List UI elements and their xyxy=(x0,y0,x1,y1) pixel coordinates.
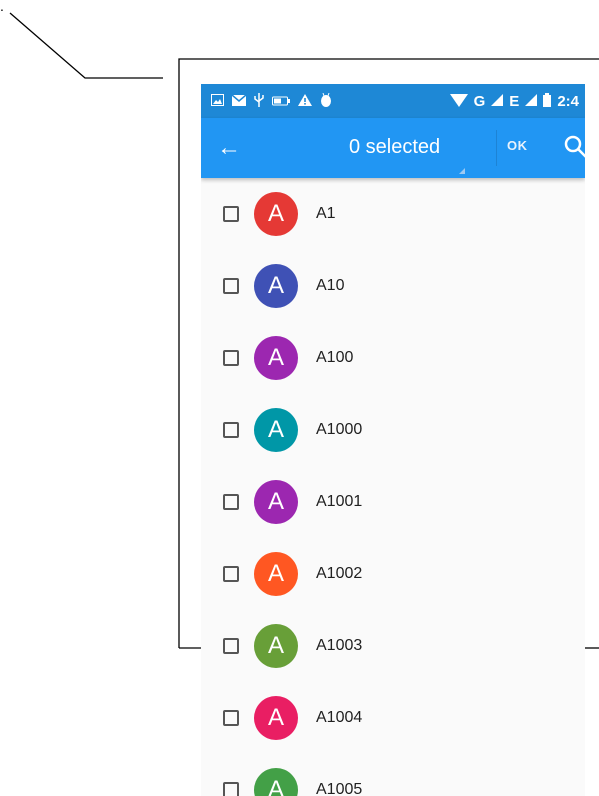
signal-icon xyxy=(491,94,504,108)
contact-checkbox[interactable] xyxy=(223,710,239,726)
battery-icon xyxy=(543,93,552,109)
contact-row[interactable]: A A1 xyxy=(201,178,585,250)
contact-name: A1003 xyxy=(316,637,363,654)
contact-row[interactable]: A A1005 xyxy=(201,754,585,796)
contact-row[interactable]: A A10 xyxy=(201,250,585,322)
android-icon xyxy=(320,92,332,109)
screenshot-stage: . G E 2:4 ← 0 selected OK A A1 A A10 A A… xyxy=(0,0,599,796)
contact-name: A1000 xyxy=(316,421,363,438)
mail-icon xyxy=(231,94,247,108)
ok-button[interactable]: OK xyxy=(507,138,528,153)
contact-row[interactable]: A A1002 xyxy=(201,538,585,610)
contact-avatar: A xyxy=(254,192,298,236)
contact-checkbox[interactable] xyxy=(223,494,239,510)
contact-name: A1 xyxy=(316,205,336,222)
warning-icon xyxy=(298,94,312,108)
wifi-icon xyxy=(449,93,468,109)
back-arrow-icon[interactable]: ← xyxy=(201,118,257,178)
system-status: G E 2:4 xyxy=(449,92,579,110)
contact-name: A1001 xyxy=(316,493,363,510)
contact-row[interactable]: A A1001 xyxy=(201,466,585,538)
selection-count-title: 0 selected xyxy=(349,136,441,158)
contact-name: A10 xyxy=(316,277,345,294)
contact-avatar: A xyxy=(254,408,298,452)
contact-checkbox[interactable] xyxy=(223,206,239,222)
contact-row[interactable]: A A1004 xyxy=(201,682,585,754)
usb-icon xyxy=(254,93,264,109)
clock: 2:4 xyxy=(557,92,579,110)
contact-avatar: A xyxy=(254,480,298,524)
svg-text:.: . xyxy=(0,0,4,14)
network-type-label: G xyxy=(473,92,486,110)
contact-checkbox[interactable] xyxy=(223,350,239,366)
contact-list: A A1 A A10 A A100 A A1000 A A1001 A A1002 A A1003 A A10… xyxy=(201,178,585,796)
contact-avatar: A xyxy=(254,768,298,796)
image-icon xyxy=(211,94,224,108)
status-bar: G E 2:4 xyxy=(201,84,585,118)
contact-name: A100 xyxy=(316,349,354,366)
contact-name: A1004 xyxy=(316,709,363,726)
contact-checkbox[interactable] xyxy=(223,422,239,438)
toolbar-divider xyxy=(496,130,497,166)
network-type-label-2: E xyxy=(509,92,520,110)
contact-name: A1002 xyxy=(316,565,363,582)
contact-checkbox[interactable] xyxy=(223,566,239,582)
action-bar: ← 0 selected OK xyxy=(201,118,585,178)
contact-avatar: A xyxy=(254,696,298,740)
contact-name: A1005 xyxy=(316,781,363,796)
phone-screen: G E 2:4 ← 0 selected OK A A1 A A10 A A10… xyxy=(201,84,585,796)
battery-saver-icon xyxy=(272,94,290,108)
contact-row[interactable]: A A1003 xyxy=(201,610,585,682)
contact-checkbox[interactable] xyxy=(223,638,239,654)
contact-avatar: A xyxy=(254,264,298,308)
search-icon[interactable] xyxy=(561,132,585,162)
contact-avatar: A xyxy=(254,336,298,380)
notification-icons xyxy=(211,92,332,109)
contact-checkbox[interactable] xyxy=(223,278,239,294)
contact-avatar: A xyxy=(254,552,298,596)
contact-row[interactable]: A A100 xyxy=(201,322,585,394)
spinner-indicator-icon xyxy=(459,168,465,174)
signal-icon-2 xyxy=(525,94,538,108)
contact-checkbox[interactable] xyxy=(223,782,239,796)
contact-avatar: A xyxy=(254,624,298,668)
contact-row[interactable]: A A1000 xyxy=(201,394,585,466)
